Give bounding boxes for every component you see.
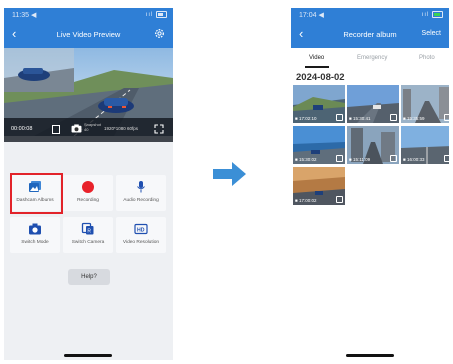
arrow-right-icon (213, 162, 246, 186)
checkbox-icon[interactable] (336, 196, 343, 203)
preview-control-bar: 00:00:08 Snapshot 40 1920*1080 60fps (4, 118, 173, 142)
checkbox-icon[interactable] (336, 114, 343, 121)
recording-button[interactable]: Recording (63, 175, 113, 211)
snapshot-label: Snapshot 40 (84, 122, 101, 132)
tab-photo[interactable]: Photo (419, 55, 435, 61)
svg-text:R: R (87, 229, 91, 235)
date-heading: 2024-08-02 (296, 72, 345, 83)
recorder-album-screen: 17:04 ◀ ııl ‹ Recorder album Select Vide… (291, 8, 449, 360)
thumbnail-time: ■ 15:30:41 (349, 116, 371, 121)
stop-icon[interactable] (52, 125, 60, 134)
tile-label: Video Resolution (122, 240, 160, 245)
left-nav-bar: 11:35 ◀ ııl ‹ Live Video Preview (4, 8, 173, 48)
tile-label: Switch Mode (21, 240, 49, 245)
status-icons: ııl (422, 11, 443, 18)
video-resolution-button[interactable]: HD Video Resolution (116, 217, 166, 253)
video-thumbnail[interactable]: ■ 15:35:59 (401, 85, 449, 123)
home-indicator (64, 354, 112, 357)
checkbox-icon[interactable] (390, 155, 397, 162)
tab-video[interactable]: Video (309, 55, 324, 61)
video-thumbnail[interactable]: ■ 15:11:09 (347, 126, 399, 164)
checkbox-icon[interactable] (444, 155, 449, 162)
video-thumbnail[interactable]: ■ 16:00:33 (401, 126, 449, 164)
gear-icon[interactable] (153, 27, 166, 40)
page-title: Live Video Preview (56, 30, 121, 39)
fullscreen-icon[interactable] (154, 124, 164, 134)
checkbox-icon[interactable] (444, 114, 449, 121)
battery-icon (432, 11, 443, 18)
status-time: 17:04 ◀ (299, 12, 324, 19)
signal-icon: ııl (145, 12, 154, 19)
switch-mode-button[interactable]: Switch Mode (10, 217, 60, 253)
select-button[interactable]: Select (422, 30, 441, 37)
video-thumbnail[interactable]: ■ 17:00:02 (293, 167, 345, 205)
svg-text:HD: HD (137, 228, 145, 234)
tile-label: Audio Recording (123, 198, 159, 203)
switch-camera-button[interactable]: R Switch Camera (63, 217, 113, 253)
album-tabs: Video Emergency Photo (291, 48, 449, 70)
home-indicator (346, 354, 394, 357)
battery-icon (156, 11, 167, 18)
thumbnail-time: ■ 15:35:59 (403, 116, 425, 121)
video-thumbnail[interactable]: ■ 15:30:41 (347, 85, 399, 123)
help-button[interactable]: Help? (68, 269, 110, 285)
checkbox-icon[interactable] (390, 114, 397, 121)
live-preview-screen: 11:35 ◀ ııl ‹ Live Video Preview 00:00:0… (4, 8, 173, 360)
switch-camera-icon: R (81, 222, 94, 235)
recording-time: 00:00:08 (11, 126, 33, 132)
active-tab-indicator (305, 66, 329, 68)
thumbnail-time: ■ 17:02:10 (295, 116, 317, 121)
checkbox-icon[interactable] (336, 155, 343, 162)
video-thumbnail[interactable]: ■ 17:02:10 (293, 85, 345, 123)
video-thumbnail[interactable]: ■ 15:30:02 (293, 126, 345, 164)
dashcam-albums-highlight (10, 173, 63, 214)
camera-icon (29, 223, 41, 235)
thumbnail-time: ■ 15:30:02 (295, 157, 317, 162)
status-icons: ııl (146, 11, 167, 18)
thumbnail-time: ■ 16:00:33 (403, 157, 425, 162)
signal-icon: ııl (421, 12, 430, 19)
microphone-icon (137, 181, 145, 193)
tab-emergency[interactable]: Emergency (357, 55, 387, 61)
resolution-readout: 1920*1080 60fps (104, 126, 139, 131)
right-nav-bar: 17:04 ◀ ııl ‹ Recorder album Select (291, 8, 449, 48)
tile-label: Switch Camera (71, 240, 105, 245)
thumbnail-time: ■ 17:00:02 (295, 198, 317, 203)
audio-recording-button[interactable]: Audio Recording (116, 175, 166, 211)
record-icon (82, 181, 94, 193)
status-time: 11:35 ◀ (12, 12, 37, 19)
hd-icon: HD (134, 223, 148, 235)
thumbnail-time: ■ 15:11:09 (349, 157, 371, 162)
tile-label: Recording (77, 198, 99, 203)
snapshot-camera-icon[interactable] (71, 124, 82, 133)
